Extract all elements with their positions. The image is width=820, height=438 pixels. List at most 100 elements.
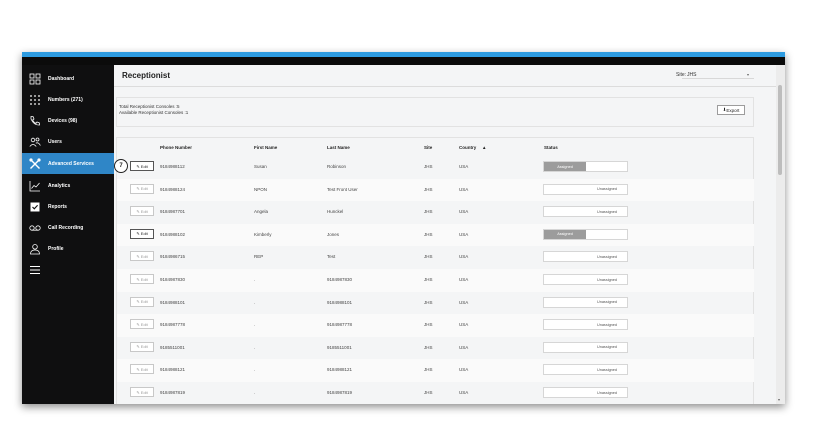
status-unassigned[interactable]: Unassigned xyxy=(586,185,628,194)
cell-first-name: . xyxy=(254,390,256,395)
edit-label: Edit xyxy=(140,163,148,169)
cell-country: USA xyxy=(459,231,469,237)
status-toggle[interactable]: Unassigned xyxy=(543,183,628,195)
edit-button[interactable]: ✎ Edit xyxy=(130,296,154,307)
cell-last-name: Hunckel xyxy=(327,209,344,215)
edit-button[interactable]: ✎ Edit xyxy=(130,228,154,239)
dashboard-icon xyxy=(29,73,41,85)
status-unassigned[interactable]: Unassigned xyxy=(586,275,628,284)
status-toggle[interactable]: Unassigned xyxy=(543,296,628,308)
nav-label: Devices (98) xyxy=(48,117,78,124)
cell-first-name: . xyxy=(254,322,256,328)
cell-phone: 9184987778 xyxy=(160,322,186,328)
cell-last-name: Test xyxy=(327,254,336,260)
status-empty[interactable] xyxy=(544,298,586,307)
scroll-down-arrow-icon[interactable]: ▾ xyxy=(778,397,780,402)
table-row: ✎ Edit 9185511001. 9185511001 JHS USA Unassig… xyxy=(117,337,754,360)
status-toggle[interactable]: Assigned xyxy=(543,228,628,240)
status-toggle[interactable]: Unassigned xyxy=(543,206,628,218)
scrollbar[interactable]: ▾ xyxy=(776,65,785,404)
status-toggle[interactable]: Unassigned xyxy=(543,364,628,376)
nav-menu-toggle[interactable] xyxy=(22,259,114,280)
cell-site: JHS xyxy=(424,277,433,282)
cell-site: JHS xyxy=(424,231,433,237)
status-empty[interactable] xyxy=(544,275,586,284)
nav-item-devices[interactable]: Devices (98) xyxy=(22,110,114,131)
status-unassigned[interactable]: Unassigned xyxy=(586,320,628,329)
status-toggle[interactable]: Unassigned xyxy=(543,341,628,353)
scrollbar-thumb[interactable] xyxy=(778,85,782,175)
cell-country: USA xyxy=(459,299,469,305)
cell-phone: 9184988112 xyxy=(160,164,185,169)
status-empty[interactable] xyxy=(544,185,586,194)
nav-item-reports[interactable]: Reports xyxy=(22,196,114,217)
phone-icon xyxy=(29,115,41,127)
col-header-last-name[interactable]: Last Name xyxy=(327,145,350,150)
edit-label: Edit xyxy=(140,299,148,305)
voicemail-icon xyxy=(29,222,41,234)
status-unassigned[interactable]: Unassigned xyxy=(586,365,628,374)
status-toggle[interactable]: Unassigned xyxy=(543,319,628,331)
table-row: ✎ Edit 9184988112 Susan Robinson JHS USA Assig… xyxy=(117,156,754,179)
cell-phone: 9184988124 xyxy=(160,186,186,192)
cell-first-name: Susan xyxy=(254,164,267,169)
table-row: ✎ Edit 9184988102 Kimberly Jones JHS USA Assig… xyxy=(117,223,754,247)
cell-first-name: . xyxy=(254,367,256,373)
nav-item-users[interactable]: Users xyxy=(22,131,114,152)
status-unassigned[interactable]: Unassigned xyxy=(586,343,628,352)
status-toggle[interactable]: Unassigned xyxy=(543,251,628,263)
edit-button[interactable]: ✎ Edit xyxy=(130,341,154,352)
nav-item-call-recording[interactable]: Call Recording xyxy=(22,217,114,238)
edit-label: Edit xyxy=(140,366,148,372)
status-empty[interactable] xyxy=(544,365,586,374)
status-assigned[interactable]: Assigned xyxy=(544,162,586,171)
col-header-phone[interactable]: Phone Number xyxy=(160,145,192,150)
status-empty[interactable] xyxy=(586,230,628,239)
status-empty[interactable] xyxy=(544,320,586,329)
nav-item-analytics[interactable]: Analytics xyxy=(22,175,114,196)
edit-button[interactable]: ✎ Edit xyxy=(130,364,154,375)
status-toggle[interactable]: Unassigned xyxy=(543,274,628,285)
nav-item-dashboard[interactable]: Dashboard xyxy=(22,68,114,89)
edit-button[interactable]: ✎ Edit xyxy=(130,161,154,171)
nav-item-numbers[interactable]: Numbers (271) xyxy=(22,89,114,110)
summary-panel: Total Receptionist Consoles :5 Available… xyxy=(116,97,754,127)
edit-label: Edit xyxy=(140,321,148,327)
cell-site: JHS xyxy=(424,164,433,169)
edit-button[interactable]: ✎ Edit xyxy=(130,251,154,262)
edit-button[interactable]: ✎ Edit xyxy=(130,319,154,330)
col-header-site[interactable]: Site xyxy=(424,145,432,150)
status-unassigned[interactable]: Unassigned xyxy=(586,388,628,397)
status-unassigned[interactable]: Unassigned xyxy=(586,298,628,307)
export-button[interactable]: ⬇ Export xyxy=(717,105,745,115)
edit-button[interactable]: ✎ Edit xyxy=(130,387,154,397)
cell-phone: 9184987701 xyxy=(160,209,186,215)
edit-label: Edit xyxy=(140,231,148,237)
edit-button[interactable]: ✎ Edit xyxy=(130,206,154,217)
status-empty[interactable] xyxy=(544,388,586,397)
status-empty[interactable] xyxy=(544,207,586,216)
edit-button[interactable]: ✎ Edit xyxy=(130,183,154,194)
chevron-down-icon: ▾ xyxy=(747,72,750,77)
sidebar: Dashboard Numbers (271) Devices (98) Use… xyxy=(22,65,114,404)
col-header-country[interactable]: Country xyxy=(459,145,476,150)
edit-button[interactable]: ✎ Edit xyxy=(130,274,154,284)
status-assigned[interactable]: Assigned xyxy=(544,229,586,239)
cell-phone: 9185511001 xyxy=(160,344,185,350)
edit-label: Edit xyxy=(140,253,148,259)
status-empty[interactable] xyxy=(544,252,586,261)
status-toggle[interactable]: Assigned xyxy=(543,161,628,172)
table-row: ✎ Edit 9184987778. 9184987778 JHS USA Unassig… xyxy=(117,314,754,337)
cell-site: JHS xyxy=(424,390,433,395)
available-consoles: Available Receptionist Consoles :1 xyxy=(119,109,189,115)
nav-item-advanced-services[interactable]: Advanced Services xyxy=(22,153,114,174)
col-header-first-name[interactable]: First Name xyxy=(254,145,277,150)
status-unassigned[interactable]: Unassigned xyxy=(586,207,628,216)
cell-first-name: Angela xyxy=(254,209,269,215)
status-empty[interactable] xyxy=(544,343,586,352)
status-toggle[interactable]: Unassigned xyxy=(543,387,628,398)
nav-item-profile[interactable]: Profile xyxy=(22,238,114,259)
status-unassigned[interactable]: Unassigned xyxy=(586,252,628,261)
status-empty[interactable] xyxy=(586,162,628,171)
col-header-status[interactable]: Status xyxy=(544,145,558,150)
